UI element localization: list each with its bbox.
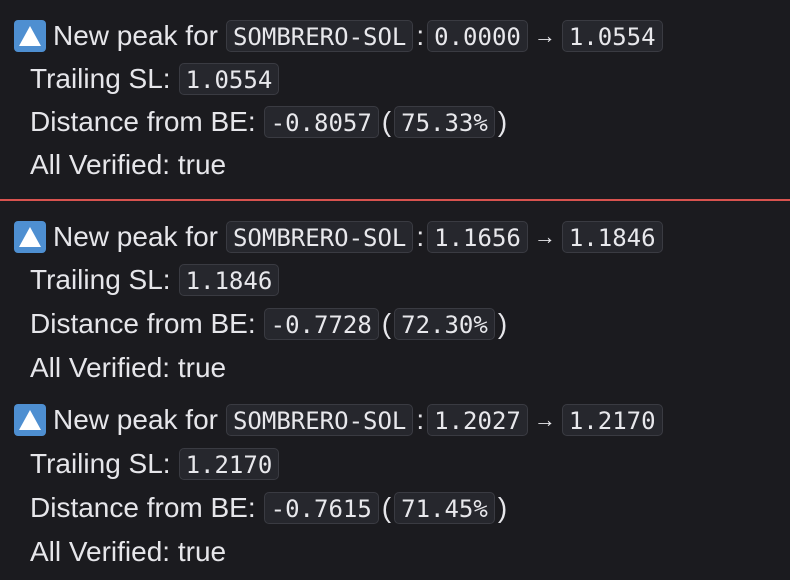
up-triangle-icon (14, 221, 46, 253)
trailing-value: 1.0554 (178, 63, 280, 95)
distance-value: -0.7728 (263, 308, 379, 340)
distance-percent: 71.45% (394, 492, 495, 524)
to-value: 1.2170 (561, 404, 663, 436)
colon: : (416, 404, 425, 435)
peak-line: New peak for SOMBRERO-SOL : 0.0000 → 1.0… (14, 16, 663, 56)
up-triangle-icon (14, 404, 46, 436)
distance-value: -0.7615 (263, 492, 379, 524)
distance-line: Distance from BE: -0.8057 ( 75.33% ) (30, 102, 510, 142)
open-paren: ( (381, 308, 392, 339)
open-paren: ( (381, 492, 392, 523)
peak-label: New peak for (53, 20, 218, 51)
distance-line: Distance from BE: -0.7615 ( 71.45% ) (30, 488, 510, 528)
symbol-code: SOMBRERO-SOL (225, 404, 414, 436)
peak-line: New peak for SOMBRERO-SOL : 1.1656 → 1.1… (14, 217, 663, 257)
distance-line: Distance from BE: -0.7728 ( 72.30% ) (30, 304, 510, 344)
from-value: 1.2027 (427, 404, 528, 436)
verified-line: All Verified: true (30, 348, 226, 388)
distance-value: -0.8057 (263, 106, 379, 138)
distance-percent: 72.30% (394, 308, 495, 340)
symbol-code: SOMBRERO-SOL (225, 221, 414, 253)
peak-label: New peak for (53, 404, 218, 435)
peak-line: New peak for SOMBRERO-SOL : 1.2027 → 1.2… (14, 400, 663, 440)
from-value: 0.0000 (427, 20, 528, 52)
verified-line: All Verified: true (30, 145, 226, 185)
symbol-code: SOMBRERO-SOL (225, 20, 414, 52)
new-messages-divider (0, 199, 790, 201)
close-paren: ) (497, 106, 508, 137)
arrow-right-icon: → (533, 224, 556, 249)
trailing-line: Trailing SL: 1.2170 (30, 444, 280, 484)
distance-percent: 75.33% (394, 106, 495, 138)
trailing-label: Trailing SL: (30, 448, 171, 479)
peak-label: New peak for (53, 221, 218, 252)
trailing-line: Trailing SL: 1.1846 (30, 260, 280, 300)
to-value: 1.0554 (561, 20, 663, 52)
from-value: 1.1656 (427, 221, 528, 253)
distance-label: Distance from BE: (30, 492, 256, 523)
up-triangle-icon (14, 20, 46, 52)
trailing-value: 1.2170 (178, 448, 280, 480)
trailing-label: Trailing SL: (30, 63, 171, 94)
to-value: 1.1846 (561, 221, 663, 253)
trailing-label: Trailing SL: (30, 264, 171, 295)
trailing-line: Trailing SL: 1.0554 (30, 59, 280, 99)
verified-text: All Verified: true (30, 352, 227, 383)
colon: : (416, 20, 425, 51)
trailing-value: 1.1846 (178, 264, 280, 296)
distance-label: Distance from BE: (30, 106, 256, 137)
verified-text: All Verified: true (30, 536, 227, 567)
arrow-right-icon: → (533, 407, 556, 432)
verified-line: All Verified: true (30, 532, 226, 572)
verified-text: All Verified: true (30, 149, 227, 180)
close-paren: ) (497, 492, 508, 523)
arrow-right-icon: → (533, 23, 556, 48)
open-paren: ( (381, 106, 392, 137)
distance-label: Distance from BE: (30, 308, 256, 339)
close-paren: ) (497, 308, 508, 339)
colon: : (416, 221, 425, 252)
